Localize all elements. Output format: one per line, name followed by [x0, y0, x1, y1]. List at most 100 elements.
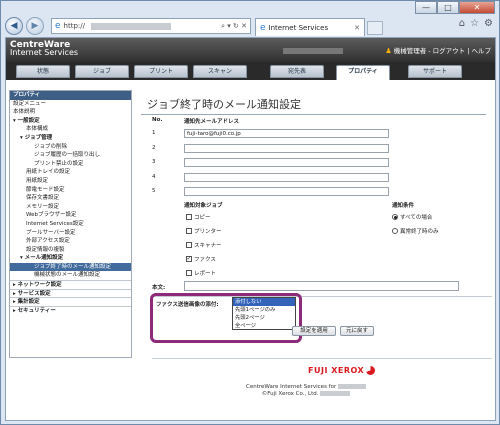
- body-label: 本文:: [152, 285, 166, 291]
- sidebar-item-job-management[interactable]: ▾ ジョブ管理: [10, 134, 131, 143]
- email-field-4[interactable]: [184, 173, 389, 182]
- xerox-swirl-icon: [366, 366, 376, 375]
- condition-label: 通知条件: [392, 203, 415, 209]
- home-icon[interactable]: ⌂: [459, 18, 465, 29]
- window-controls: — □ ✕: [415, 1, 495, 14]
- sidebar-item-settings-menu[interactable]: 設定メニュー: [10, 100, 131, 109]
- address-bar[interactable]: e http:// ⌕ ▾ ↻ ✕: [51, 18, 251, 34]
- nav-tab-scan[interactable]: スキャン: [193, 65, 247, 78]
- sidebar-item-job-history[interactable]: ジョブ履歴の一括取り出し: [10, 151, 131, 160]
- new-tab-button[interactable]: [367, 21, 383, 35]
- redacted-model: [337, 384, 366, 389]
- job-checkbox-fax[interactable]: ✓ ファクス: [186, 255, 216, 263]
- condition-radio-error[interactable]: 異常終了時のみ: [392, 227, 439, 235]
- body-field[interactable]: [184, 281, 459, 291]
- tools-gear-icon[interactable]: ⚙: [484, 18, 493, 29]
- condition-radio-all[interactable]: すべての場合: [392, 213, 432, 221]
- tab-close-icon[interactable]: ✕: [354, 24, 360, 32]
- footer-line1: CentreWare Internet Services for: [246, 384, 337, 390]
- forward-button[interactable]: ▶: [26, 17, 44, 35]
- sidebar-item-network[interactable]: ▸ ネットワーク設定: [10, 280, 131, 289]
- dropdown-option-all[interactable]: 全ページ: [233, 322, 295, 330]
- checkbox-box: [186, 270, 192, 276]
- footer-divider: [152, 358, 492, 359]
- job-label-printer: プリンター: [194, 229, 222, 235]
- brand-text: FUJI XEROX: [308, 366, 365, 375]
- browser-tab[interactable]: e Internet Services ✕: [255, 18, 365, 36]
- browser-window: — □ ✕ ◀ ▶ e http:// ⌕ ▾ ↻ ✕ e Internet S…: [0, 0, 500, 425]
- header-user-area: ♟ 機械管理者 - ログアウト | ヘルプ: [283, 45, 491, 55]
- checkmark-icon: ✓: [186, 255, 192, 262]
- nav-tab-address-book[interactable]: 宛先表: [270, 65, 324, 78]
- email-field-5[interactable]: [184, 187, 389, 196]
- job-checkbox-scanner[interactable]: スキャナー: [186, 241, 222, 249]
- redacted-year: [320, 391, 351, 396]
- sidebar-item-job-delete[interactable]: ジョブの削除: [10, 143, 131, 152]
- dropdown-option-first-two[interactable]: 先頭2ページ: [233, 314, 295, 322]
- sidebar-item-print-prohibit[interactable]: プリント禁止の設定: [10, 160, 131, 169]
- sidebar-item-status-mail-notify[interactable]: 機械状態のメール通知設定: [10, 271, 131, 280]
- nav-tab-status[interactable]: 状態: [16, 65, 70, 78]
- apply-button[interactable]: 設定を適用: [292, 326, 336, 336]
- sidebar-item-memory[interactable]: メモリー設定: [10, 203, 131, 212]
- ie-logo-icon: e: [55, 21, 61, 31]
- checkbox-box: [186, 242, 192, 248]
- job-checkbox-printer[interactable]: プリンター: [186, 227, 222, 235]
- sidebar-item-stored-docs[interactable]: 保存文書設定: [10, 194, 131, 203]
- ie-tab-icon: e: [260, 22, 266, 33]
- sidebar-item-security[interactable]: ▸ セキュリティー: [10, 305, 131, 315]
- fax-attach-dropdown[interactable]: 添付しない 先頭1ページのみ 先頭2ページ 全ページ: [232, 297, 296, 330]
- sidebar-item-web-browser[interactable]: Webブラウザー設定: [10, 211, 131, 220]
- job-checkbox-copy[interactable]: コピー: [186, 213, 211, 221]
- nav-tab-support[interactable]: サポート: [408, 65, 462, 78]
- footer-line2: ©Fuji Xerox Co., Ltd.: [261, 391, 319, 397]
- dropdown-option-none[interactable]: 添付しない: [233, 298, 295, 306]
- tab-title: Internet Services: [268, 23, 329, 32]
- sidebar-item-job-mail-notify[interactable]: ジョブ終了時のメール通知設定: [10, 262, 131, 272]
- dropdown-option-first-page[interactable]: 先頭1ページのみ: [233, 306, 295, 314]
- sidebar-item-external-access[interactable]: 外部アクセス設定: [10, 237, 131, 246]
- sidebar-item-internet-services[interactable]: Internet Services設定: [10, 220, 131, 229]
- sidebar-item-paper[interactable]: 用紙設定: [10, 177, 131, 186]
- row-no-3: 3: [152, 159, 156, 165]
- job-checkbox-report[interactable]: レポート: [186, 269, 216, 277]
- address-header: 通知先メールアドレス: [184, 119, 240, 125]
- search-refresh-icon[interactable]: ⌕ ▾ ↻ ✕: [221, 22, 247, 31]
- sidebar-item-service[interactable]: ▸ サービス設定: [10, 288, 131, 298]
- sidebar-item-configuration[interactable]: 本体構成: [10, 125, 131, 134]
- minimize-button[interactable]: —: [415, 1, 437, 14]
- sidebar-item-accounting[interactable]: ▸ 集計設定: [10, 297, 131, 306]
- sidebar-item-clone[interactable]: 設定情報の複製: [10, 246, 131, 255]
- sidebar-item-description[interactable]: 本体説明: [10, 108, 131, 117]
- maximize-button[interactable]: □: [437, 1, 459, 14]
- nav-tab-print[interactable]: プリント: [134, 65, 188, 78]
- favorites-icon[interactable]: ☆: [470, 18, 479, 29]
- site-header: CentreWare Internet Services ♟ 機械管理者 - ロ…: [6, 38, 495, 62]
- address-url: http://: [63, 22, 85, 30]
- close-window-button[interactable]: ✕: [459, 1, 495, 14]
- sidebar-item-general[interactable]: ▾ 一般設定: [10, 117, 131, 126]
- user-info[interactable]: 機械管理者 - ログアウト | ヘルプ: [394, 47, 491, 55]
- email-field-3[interactable]: [184, 158, 389, 167]
- sidebar-item-pool-server[interactable]: プールサーバー設定: [10, 229, 131, 238]
- job-label-copy: コピー: [194, 215, 211, 221]
- job-label-report: レポート: [194, 271, 217, 277]
- row-no-2: 2: [152, 145, 156, 151]
- reset-button[interactable]: 元に戻す: [340, 326, 374, 336]
- email-field-2[interactable]: [184, 144, 389, 153]
- back-button[interactable]: ◀: [5, 17, 23, 35]
- radio-selected-icon: [392, 214, 398, 220]
- sidebar-item-power-save[interactable]: 節電モード設定: [10, 186, 131, 195]
- fuji-xerox-logo: FUJI XEROX: [308, 366, 376, 375]
- sidebar-item-tray[interactable]: 用紙トレイの設定: [10, 168, 131, 177]
- nav-tab-jobs[interactable]: ジョブ: [75, 65, 129, 78]
- condition-label-all: すべての場合: [400, 215, 433, 221]
- email-field-1[interactable]: fuji-taro@fuji0.co.jp: [184, 129, 389, 138]
- row-no-4: 4: [152, 174, 156, 180]
- page-title: ジョブ終了時のメール通知設定: [147, 98, 301, 111]
- no-header: No.: [152, 117, 163, 123]
- nav-tab-properties[interactable]: プロパティ: [336, 65, 390, 80]
- checkbox-box: [186, 228, 192, 234]
- sidebar-item-mail-notify[interactable]: ▾ メール通知設定: [10, 254, 131, 263]
- checkbox-box: [186, 214, 192, 220]
